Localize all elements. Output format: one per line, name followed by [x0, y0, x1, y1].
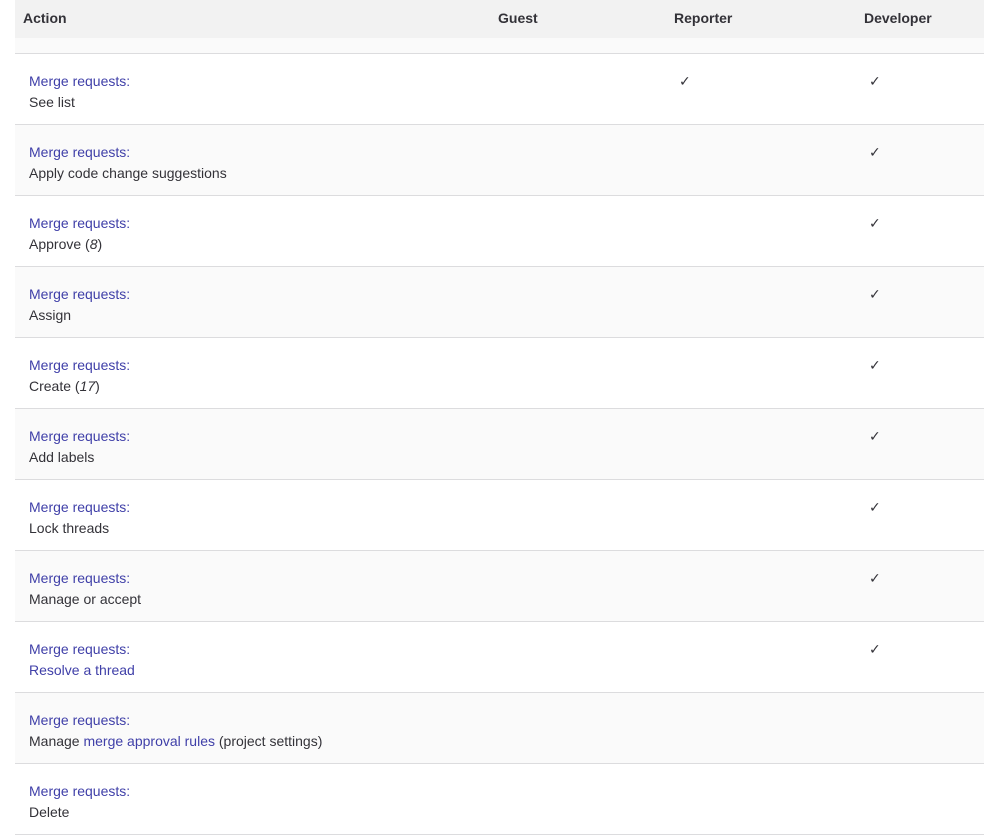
- table-header: Action Guest Reporter Developer: [15, 0, 984, 38]
- action-cell: Merge requests: Lock threads: [29, 497, 130, 539]
- header-guest: Guest: [498, 10, 538, 26]
- table-row: Merge requests: Create (17) ✓: [15, 338, 984, 409]
- table-row: Merge requests: Manage merge approval rul…: [15, 693, 984, 764]
- action-description: See list: [29, 92, 130, 113]
- header-developer: Developer: [864, 10, 932, 26]
- description-text: Manage or accept: [29, 591, 142, 607]
- table-row: Merge requests: Add labels ✓: [15, 409, 984, 480]
- description-text: Delete: [29, 804, 70, 820]
- action-description: Create (17): [29, 376, 130, 397]
- action-description: Delete: [29, 802, 130, 823]
- action-description: Resolve a thread: [29, 660, 135, 681]
- description-text: Assign: [29, 307, 72, 323]
- developer-check-icon: ✓: [869, 428, 881, 444]
- action-cell: Merge requests: Assign: [29, 284, 130, 326]
- permissions-table: Action Guest Reporter Developer Merge re…: [15, 0, 984, 835]
- category-link[interactable]: Merge requests:: [29, 71, 130, 92]
- description-suffix: (project settings): [215, 733, 323, 749]
- category-link[interactable]: Merge requests:: [29, 355, 130, 376]
- description-text: Apply code change suggestions: [29, 165, 227, 181]
- header-reporter: Reporter: [674, 10, 733, 26]
- action-cell: Merge requests: See list: [29, 71, 130, 113]
- action-cell: Merge requests: Create (17): [29, 355, 130, 397]
- table-row: Merge requests: Manage or accept ✓: [15, 551, 984, 622]
- action-cell: Merge requests: Resolve a thread: [29, 639, 135, 681]
- action-cell: Merge requests: Manage merge approval rul…: [29, 710, 322, 752]
- footnote-ref: 17: [79, 378, 96, 394]
- action-description: Manage or accept: [29, 589, 141, 610]
- table-row: Merge requests: Approve (8) ✓: [15, 196, 984, 267]
- table-row: Merge requests: See list ✓ ✓: [15, 54, 984, 125]
- description-text: See list: [29, 94, 75, 110]
- developer-check-icon: ✓: [869, 286, 881, 302]
- category-link[interactable]: Merge requests:: [29, 284, 130, 305]
- table-row: Merge requests: Delete: [15, 764, 984, 835]
- category-link[interactable]: Merge requests:: [29, 568, 141, 589]
- description-suffix: ): [97, 236, 103, 252]
- developer-check-icon: ✓: [869, 215, 881, 231]
- description-text: Manage: [29, 733, 84, 749]
- header-action: Action: [23, 10, 67, 26]
- action-cell: Merge requests: Apply code change suggest…: [29, 142, 227, 184]
- category-link[interactable]: Merge requests:: [29, 213, 130, 234]
- category-link[interactable]: Merge requests:: [29, 142, 227, 163]
- action-description: Approve (8): [29, 234, 130, 255]
- developer-check-icon: ✓: [869, 570, 881, 586]
- category-link[interactable]: Merge requests:: [29, 710, 322, 731]
- table-row: Merge requests: Assign ✓: [15, 267, 984, 338]
- footnote-ref: 8: [89, 236, 98, 252]
- description-text: Lock threads: [29, 520, 110, 536]
- description-text: Create (: [29, 378, 80, 394]
- action-description: Assign: [29, 305, 130, 326]
- description-text: Add labels: [29, 449, 95, 465]
- action-description: Manage merge approval rules (project set…: [29, 731, 322, 752]
- category-link[interactable]: Merge requests:: [29, 497, 130, 518]
- description-link[interactable]: merge approval rules: [83, 733, 215, 749]
- action-cell: Merge requests: Manage or accept: [29, 568, 141, 610]
- category-link[interactable]: Merge requests:: [29, 781, 130, 802]
- developer-check-icon: ✓: [869, 144, 881, 160]
- table-row: Merge requests: Resolve a thread ✓: [15, 622, 984, 693]
- developer-check-icon: ✓: [869, 641, 881, 657]
- description-link[interactable]: Resolve a thread: [29, 662, 135, 678]
- developer-check-icon: ✓: [869, 499, 881, 515]
- developer-check-icon: ✓: [869, 73, 881, 89]
- reporter-check-icon: ✓: [679, 73, 691, 89]
- action-cell: Merge requests: Delete: [29, 781, 130, 823]
- table-row-partial: [15, 38, 984, 54]
- category-link[interactable]: Merge requests:: [29, 639, 135, 660]
- description-suffix: ): [95, 378, 100, 394]
- action-cell: Merge requests: Approve (8): [29, 213, 130, 255]
- action-description: Lock threads: [29, 518, 130, 539]
- action-description: Apply code change suggestions: [29, 163, 227, 184]
- developer-check-icon: ✓: [869, 357, 881, 373]
- table-row: Merge requests: Apply code change suggest…: [15, 125, 984, 196]
- category-link[interactable]: Merge requests:: [29, 426, 130, 447]
- description-text: Approve (: [29, 236, 90, 252]
- action-description: Add labels: [29, 447, 130, 468]
- table-row: Merge requests: Lock threads ✓: [15, 480, 984, 551]
- table-body: Merge requests: See list ✓ ✓ Merge requests:…: [15, 54, 984, 835]
- action-cell: Merge requests: Add labels: [29, 426, 130, 468]
